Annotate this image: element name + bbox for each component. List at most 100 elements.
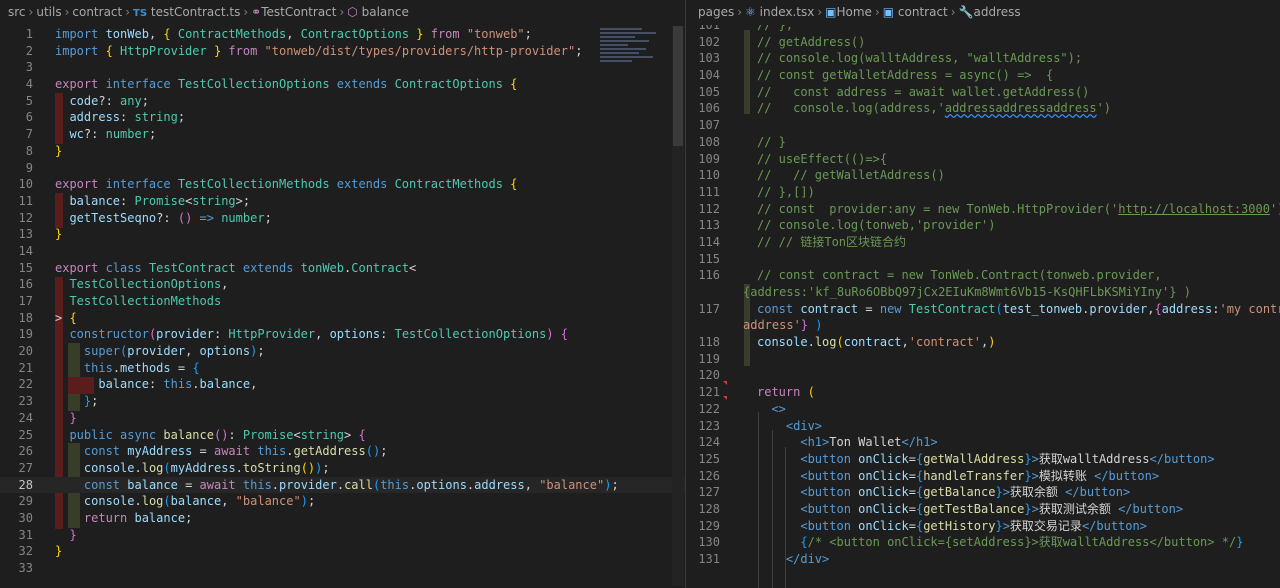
code-text[interactable]: balance: this.balance,	[55, 376, 257, 393]
code-line[interactable]: 122 <>	[686, 401, 1280, 418]
code-line[interactable]: 120	[686, 367, 1280, 384]
breadcrumb-item-class[interactable]: TestContract	[261, 5, 336, 19]
code-line[interactable]: 113 // console.log(tonweb,'provider')	[686, 217, 1280, 234]
code-text[interactable]: {address:'kf_8uRo6OBbQ97jCx2EIuKm8Wmt6Vb…	[743, 284, 1191, 301]
code-text[interactable]: // // getWalletAddress()	[757, 167, 945, 184]
code-area[interactable]: 1 import tonWeb, { ContractMethods, Contr…	[0, 26, 685, 577]
code-line[interactable]: 31 }	[0, 527, 685, 544]
code-line[interactable]: 6 address: string;	[0, 109, 685, 126]
code-line[interactable]: 14	[0, 243, 685, 260]
code-text[interactable]: address: string;	[55, 109, 185, 126]
vertical-scrollbar[interactable]	[672, 26, 684, 586]
code-line[interactable]: 20 super(provider, options);	[0, 343, 685, 360]
code-line[interactable]: 131 </div>	[686, 551, 1280, 568]
code-line[interactable]: 28 const balance = await this.provider.c…	[0, 476, 685, 494]
code-text[interactable]: import { HttpProvider } from "tonweb/dis…	[55, 43, 582, 60]
code-text[interactable]: }	[55, 527, 76, 544]
code-text[interactable]: // getAddress()	[757, 34, 865, 51]
code-line[interactable]: 7 wc?: number;	[0, 126, 685, 143]
code-text[interactable]: > {	[55, 310, 77, 327]
code-text[interactable]: const myAddress = await this.getAddress(…	[55, 443, 388, 460]
code-text[interactable]: <button onClick={getTestBalance}>获取测试余额 …	[757, 501, 1183, 518]
code-text[interactable]: }	[55, 543, 62, 560]
code-text[interactable]: export interface TestCollectionOptions e…	[55, 76, 517, 93]
code-text[interactable]: <button onClick={getHistory}>获取交易记录</but…	[757, 518, 1147, 535]
code-text[interactable]: export class TestContract extends tonWeb…	[55, 260, 416, 277]
code-text[interactable]: TestCollectionMethods	[55, 293, 221, 310]
code-text[interactable]: // },[])	[757, 184, 815, 201]
code-text[interactable]: return (	[757, 384, 815, 401]
code-line[interactable]: 27 console.log(myAddress.toString());	[0, 460, 685, 477]
code-line[interactable]: 108 // }	[686, 134, 1280, 151]
code-line[interactable]: 129 <button onClick={getHistory}>获取交易记录<…	[686, 518, 1280, 535]
code-line[interactable]: 24 }	[0, 410, 685, 427]
breadcrumb-item-contract[interactable]: contract	[898, 5, 948, 19]
code-line[interactable]: 107	[686, 117, 1280, 134]
code-line[interactable]: 5 code?: any;	[0, 93, 685, 110]
breadcrumb-item-src[interactable]: src	[8, 5, 26, 19]
code-line[interactable]: 3	[0, 59, 685, 76]
code-text[interactable]: <button onClick={handleTransfer}>模拟转账 </…	[757, 468, 1159, 485]
code-line[interactable]: 125 <button onClick={getWallAddress}>获取w…	[686, 451, 1280, 468]
code-line[interactable]: 119	[686, 351, 1280, 368]
code-line[interactable]: 117 const contract = new TestContract(tes…	[686, 301, 1280, 318]
code-text[interactable]: const balance = await this.provider.call…	[55, 477, 619, 494]
code-line[interactable]: 109 // useEffect(()=>{	[686, 151, 1280, 168]
code-text[interactable]: // const getWalletAddress = async() => {	[757, 67, 1053, 84]
code-text[interactable]: // console.log(tonweb,'provider')	[757, 217, 995, 234]
code-text[interactable]: console.log(balance, "balance");	[55, 493, 315, 510]
code-text[interactable]: // console.log(walltAddress, "walltAddre…	[757, 50, 1082, 67]
code-line[interactable]: 106 // console.log(address,'addressaddres…	[686, 100, 1280, 117]
code-text[interactable]: <div>	[757, 418, 822, 435]
code-text[interactable]: const contract = new TestContract(test_t…	[757, 301, 1280, 318]
code-text[interactable]: }	[55, 410, 76, 427]
code-line[interactable]: 1 import tonWeb, { ContractMethods, Contr…	[0, 26, 685, 43]
code-line[interactable]: 10 export interface TestCollectionMethods…	[0, 176, 685, 193]
breadcrumb-item-utils[interactable]: utils	[36, 5, 61, 19]
code-line[interactable]: 103 // console.log(walltAddress, "walltAd…	[686, 50, 1280, 67]
code-line[interactable]: 29 console.log(balance, "balance");	[0, 493, 685, 510]
code-line[interactable]: 12 getTestSeqno?: () => number;	[0, 210, 685, 227]
code-text[interactable]: // }	[757, 134, 786, 151]
code-line[interactable]: 130 {/* <button onClick={setAddress}>获取w…	[686, 534, 1280, 551]
code-area[interactable]: 101// }; 102// getAddress() 103// console.…	[686, 17, 1280, 568]
code-text[interactable]: public async balance(): Promise<string> …	[55, 427, 365, 444]
breadcrumb-item-method[interactable]: balance	[362, 5, 409, 19]
code-text[interactable]: balance: Promise<string>;	[55, 193, 250, 210]
code-line[interactable]: 19 constructor(provider: HttpProvider, o…	[0, 326, 685, 343]
code-line[interactable]: 118 console.log(contract,'contract',)	[686, 334, 1280, 351]
code-line[interactable]: 128 <button onClick={getTestBalance}>获取测…	[686, 501, 1280, 518]
code-text[interactable]: };	[55, 393, 98, 410]
code-line[interactable]: 16 TestCollectionOptions,	[0, 276, 685, 293]
code-line[interactable]: 124 <h1>Ton Wallet</h1>	[686, 434, 1280, 451]
code-line[interactable]: 21 this.methods = {	[0, 360, 685, 377]
code-text[interactable]: <button onClick={getBalance}>获取余额 </butt…	[757, 484, 1130, 501]
code-line[interactable]: 126 <button onClick={handleTransfer}>模拟转…	[686, 468, 1280, 485]
breadcrumb-item-home[interactable]: Home	[837, 5, 872, 19]
code-text[interactable]: constructor(provider: HttpProvider, opti…	[55, 326, 568, 343]
code-text[interactable]: // const address = await wallet.getAddre…	[757, 84, 1089, 101]
breadcrumb-item-file[interactable]: index.tsx	[760, 5, 815, 19]
code-text[interactable]: // // 链接Ton区块链合约	[757, 234, 906, 251]
code-line[interactable]: 104 // const getWalletAddress = async() =…	[686, 67, 1280, 84]
breadcrumb-item-contract[interactable]: contract	[72, 5, 122, 19]
code-line[interactable]: 2 import { HttpProvider } from "tonweb/di…	[0, 43, 685, 60]
code-line[interactable]: 114 // // 链接Ton区块链合约	[686, 234, 1280, 251]
code-line[interactable]: 17 TestCollectionMethods	[0, 293, 685, 310]
code-text[interactable]: <h1>Ton Wallet</h1>	[757, 434, 937, 451]
code-text[interactable]: }	[55, 143, 62, 160]
code-line[interactable]: 22 balance: this.balance,	[0, 376, 685, 393]
left-editor-pane[interactable]: src › utils › contract › TS testContract.ts › ⚭T…	[0, 0, 685, 588]
code-text[interactable]: return balance;	[55, 510, 192, 527]
code-text[interactable]: console.log(myAddress.toString());	[55, 460, 330, 477]
code-line[interactable]: 15 export class TestContract extends tonW…	[0, 260, 685, 277]
minimap[interactable]	[600, 26, 670, 86]
code-line[interactable]: 111 // },[])	[686, 184, 1280, 201]
code-text[interactable]: super(provider, options);	[55, 343, 265, 360]
code-line[interactable]: 121 return (	[686, 384, 1280, 401]
code-line[interactable]: 112 // const provider:any = new TonWeb.Ht…	[686, 201, 1280, 218]
code-line[interactable]: 116 // const contract = new TonWeb.Contra…	[686, 267, 1280, 284]
code-text[interactable]: console.log(contract,'contract',)	[757, 334, 995, 351]
code-text[interactable]: code?: any;	[55, 93, 149, 110]
code-text[interactable]: {/* <button onClick={setAddress}>获取wallt…	[757, 534, 1243, 551]
